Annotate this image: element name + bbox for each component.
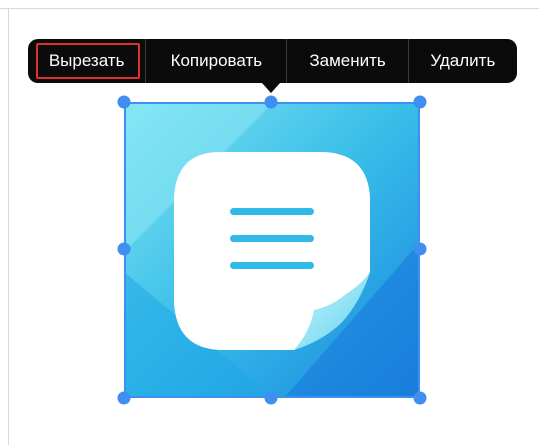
- canvas-top-border: [0, 8, 539, 9]
- copy-menu-item-label: Копировать: [170, 51, 263, 70]
- delete-menu-item[interactable]: Удалить: [409, 39, 517, 83]
- canvas-left-border: [8, 8, 9, 445]
- resize-handle-top[interactable]: [264, 95, 278, 109]
- image-context-menu: Вырезать Копировать Заменить Удалить: [28, 39, 517, 83]
- selected-image[interactable]: [124, 102, 420, 398]
- resize-handle-right[interactable]: [413, 242, 427, 256]
- cut-menu-item-label: Вырезать: [48, 51, 125, 70]
- resize-handle-bottom-left[interactable]: [117, 391, 131, 405]
- document-canvas: Вырезать Копировать Заменить Удалить: [0, 0, 539, 445]
- resize-handle-bottom-right[interactable]: [413, 391, 427, 405]
- cut-menu-item[interactable]: Вырезать: [28, 39, 145, 83]
- copy-menu-item[interactable]: Копировать: [146, 39, 286, 83]
- resize-handle-top-left[interactable]: [117, 95, 131, 109]
- resize-handle-bottom[interactable]: [264, 391, 278, 405]
- resize-handle-left[interactable]: [117, 242, 131, 256]
- delete-menu-item-label: Удалить: [430, 51, 496, 70]
- resize-handle-top-right[interactable]: [413, 95, 427, 109]
- menu-pointer-arrow: [262, 83, 280, 93]
- replace-menu-item[interactable]: Заменить: [287, 39, 407, 83]
- replace-menu-item-label: Заменить: [309, 51, 386, 70]
- notes-document-icon: [124, 102, 420, 398]
